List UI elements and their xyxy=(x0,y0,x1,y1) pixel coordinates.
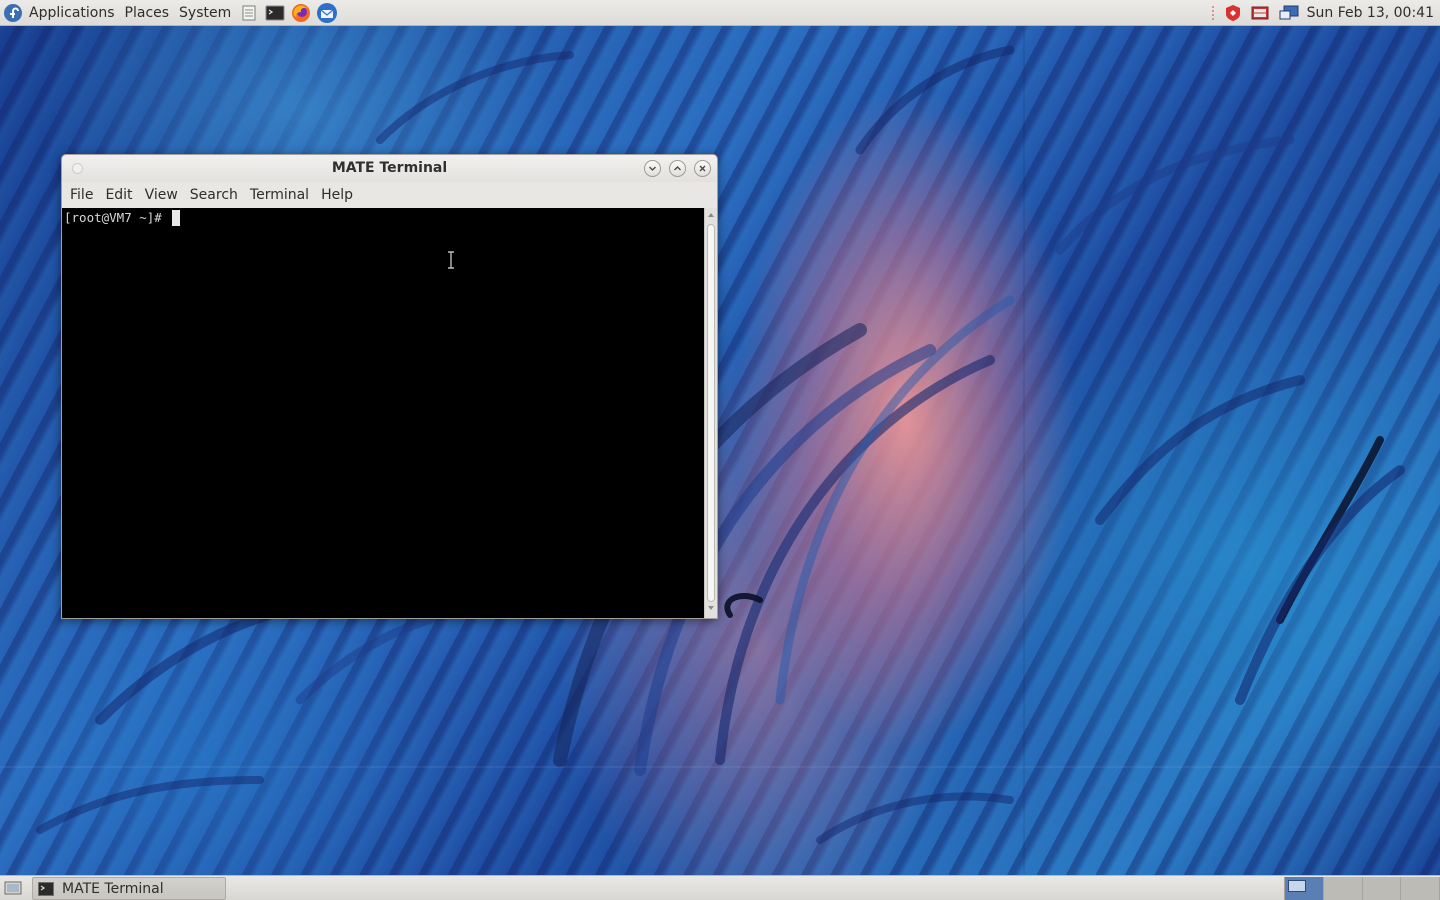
terminal-icon[interactable] xyxy=(264,2,286,24)
workspace-window-preview xyxy=(1288,880,1306,892)
menu-file[interactable]: File xyxy=(64,182,99,208)
clock[interactable]: Sun Feb 13, 00:41 xyxy=(1303,0,1440,26)
workspace-1[interactable] xyxy=(1285,877,1324,900)
system-menu[interactable]: System xyxy=(174,0,236,26)
file-manager-icon[interactable] xyxy=(238,2,260,24)
taskbar-item-mate-terminal[interactable]: MATE Terminal xyxy=(32,877,226,900)
maximize-button[interactable] xyxy=(669,160,686,177)
taskbar-item-label: MATE Terminal xyxy=(62,880,164,897)
menu-help[interactable]: Help xyxy=(315,182,359,208)
network-icon[interactable] xyxy=(1250,2,1272,24)
firefox-icon[interactable] xyxy=(290,2,312,24)
places-menu[interactable]: Places xyxy=(120,0,175,26)
workspace-3[interactable] xyxy=(1362,877,1402,900)
ibeam-cursor-icon xyxy=(448,251,454,269)
window-titlebar[interactable]: MATE Terminal xyxy=(62,155,717,182)
chevron-down-icon xyxy=(649,166,656,171)
menu-view[interactable]: View xyxy=(139,182,184,208)
fedora-logo-icon[interactable] xyxy=(2,2,24,24)
terminal-window[interactable]: MATE Terminal File Edit View Search Term… xyxy=(61,154,718,619)
window-title: MATE Terminal xyxy=(331,160,448,176)
applications-menu[interactable]: Applications xyxy=(24,0,120,26)
close-icon xyxy=(699,165,706,172)
workspace-switcher xyxy=(1284,877,1440,900)
menu-search[interactable]: Search xyxy=(184,182,244,208)
show-desktop-icon[interactable] xyxy=(1,876,25,900)
bottom-panel: MATE Terminal xyxy=(0,875,1440,900)
panel-right: Sun Feb 13, 00:41 xyxy=(1207,0,1440,26)
terminal-output[interactable]: [root@VM7 ~]# xyxy=(62,208,704,618)
text-cursor xyxy=(172,210,181,226)
security-shield-icon[interactable] xyxy=(1222,2,1244,24)
tray-separator-icon xyxy=(1210,2,1216,24)
close-button[interactable] xyxy=(694,160,711,177)
display-icon[interactable] xyxy=(1278,2,1300,24)
shell-prompt: [root@VM7 ~]# xyxy=(64,210,170,225)
workspace-4[interactable] xyxy=(1401,877,1440,900)
scroll-thumb[interactable] xyxy=(707,224,715,602)
chevron-up-icon xyxy=(674,166,681,171)
terminal-menubar: File Edit View Search Terminal Help xyxy=(62,182,717,208)
workspace-2[interactable] xyxy=(1323,877,1363,900)
menu-terminal[interactable]: Terminal xyxy=(244,182,315,208)
scroll-down-arrow-icon[interactable] xyxy=(708,606,714,610)
terminal-scrollbar[interactable] xyxy=(704,208,717,618)
thunderbird-icon[interactable] xyxy=(316,2,338,24)
scroll-up-arrow-icon[interactable] xyxy=(708,213,714,217)
terminal-icon xyxy=(38,881,54,896)
prompt-line: [root@VM7 ~]# xyxy=(64,210,181,226)
menu-edit[interactable]: Edit xyxy=(99,182,138,208)
top-panel: Applications Places System Sun Feb 13, 0… xyxy=(0,0,1440,26)
minimize-button[interactable] xyxy=(644,160,661,177)
